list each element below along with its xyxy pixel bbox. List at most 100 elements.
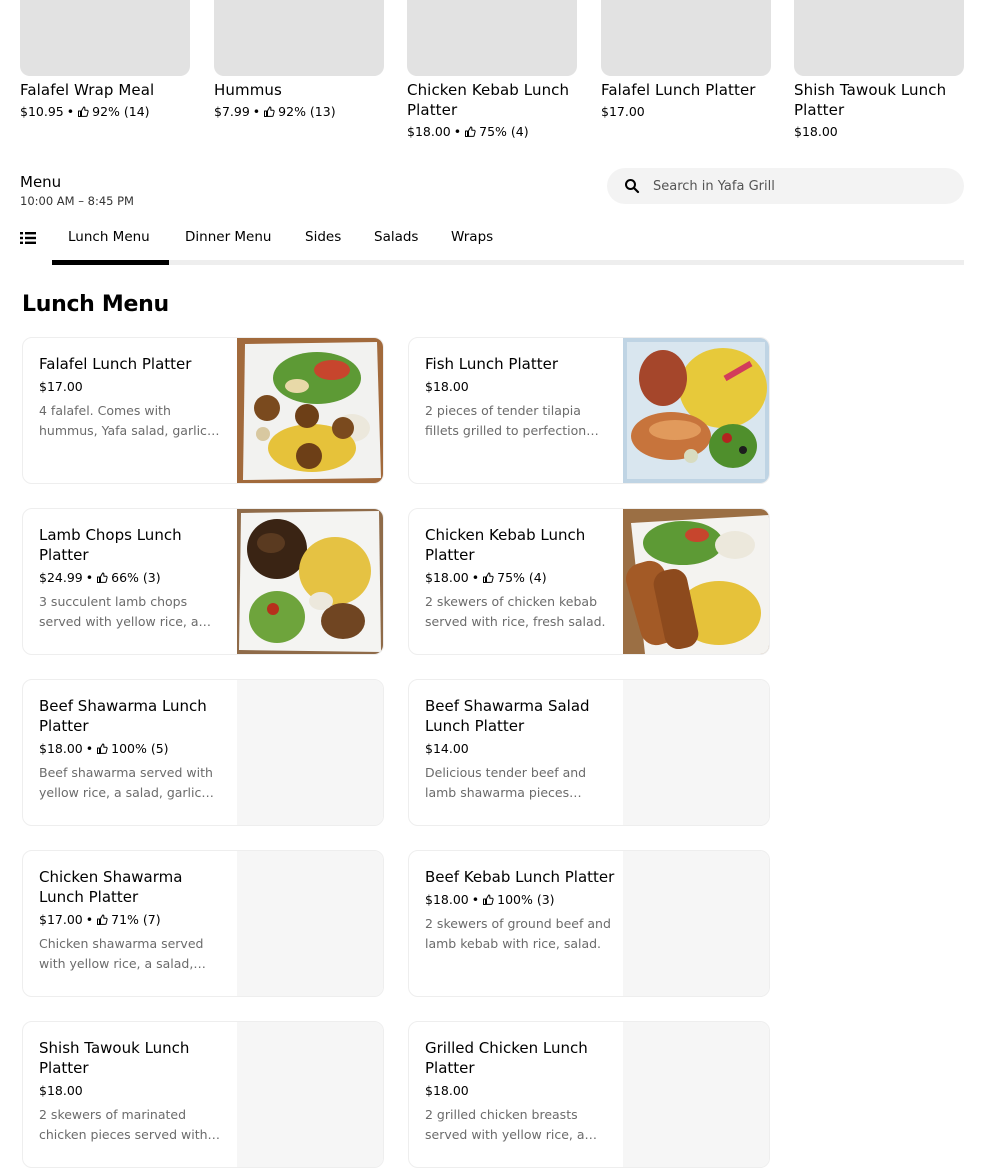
- separator: •: [85, 912, 94, 927]
- item-price: $7.99: [214, 104, 250, 119]
- carousel-card[interactable]: Falafel Lunch Platter $17.00: [601, 0, 771, 120]
- separator: •: [453, 124, 462, 139]
- thumbs-up-icon: [464, 126, 476, 138]
- item-rating: 75% (4): [497, 570, 547, 585]
- menu-item-card[interactable]: Falafel Lunch Platter $17.00 4 falafel. …: [22, 337, 384, 484]
- item-image-placeholder: [237, 1022, 383, 1167]
- item-info: Lamb Chops Lunch Platter $24.99 • 66% (3…: [39, 525, 229, 632]
- category-list-icon[interactable]: [20, 231, 36, 245]
- item-name: Fish Lunch Platter: [425, 355, 558, 373]
- separator: •: [85, 741, 94, 756]
- item-name: Beef Shawarma Salad Lunch Platter: [425, 697, 590, 735]
- tabs-track: [52, 260, 964, 265]
- carousel-item-meta: $18.00 • 75% (4): [407, 123, 577, 140]
- carousel-card[interactable]: Chicken Kebab Lunch Platter $18.00 • 75%…: [407, 0, 577, 140]
- menu-item-card[interactable]: Chicken Shawarma Lunch Platter $17.00 • …: [22, 850, 384, 997]
- tab-salads[interactable]: Salads: [374, 228, 418, 246]
- item-name: Chicken Kebab Lunch Platter: [425, 526, 586, 564]
- item-meta: $14.00: [425, 740, 615, 757]
- item-price: $18.00: [407, 124, 451, 139]
- menu-item-card[interactable]: Beef Shawarma Salad Lunch Platter $14.00…: [408, 679, 770, 826]
- carousel-card[interactable]: Shish Tawouk Lunch Platter $18.00: [794, 0, 964, 140]
- item-name: Beef Kebab Lunch Platter: [425, 868, 615, 886]
- item-price: $18.00: [39, 741, 83, 756]
- thumbs-up-icon: [96, 914, 108, 926]
- item-info: Fish Lunch Platter $18.00 2 pieces of te…: [425, 354, 615, 441]
- item-price: $17.00: [601, 104, 645, 119]
- carousel-item-meta: $17.00: [601, 103, 771, 120]
- item-info: Falafel Lunch Platter $17.00 4 falafel. …: [39, 354, 229, 441]
- menu-heading: Menu: [20, 173, 62, 191]
- carousel-item-name: Shish Tawouk Lunch Platter: [794, 81, 947, 119]
- item-description: Delicious tender beef and lamb shawarma …: [425, 765, 587, 800]
- item-rating: 66% (3): [111, 570, 161, 585]
- item-description: 2 skewers of marinated chicken pieces se…: [39, 1107, 208, 1142]
- carousel-card[interactable]: Hummus $7.99 • 92% (13): [214, 0, 384, 120]
- category-tabs: Lunch Menu Dinner Menu Sides Salads Wrap…: [52, 224, 964, 265]
- item-meta: $17.00 • 71% (7): [39, 911, 229, 928]
- menu-item-card[interactable]: Fish Lunch Platter $18.00 2 pieces of te…: [408, 337, 770, 484]
- item-meta: $17.00: [39, 378, 229, 395]
- item-rating: 71% (7): [111, 912, 161, 927]
- search-input[interactable]: [653, 168, 943, 204]
- carousel-item-meta: $7.99 • 92% (13): [214, 103, 384, 120]
- thumbs-up-icon: [482, 894, 494, 906]
- tab-dinner-menu[interactable]: Dinner Menu: [185, 228, 271, 246]
- item-image-placeholder: [214, 0, 384, 76]
- menu-item-card[interactable]: Chicken Kebab Lunch Platter $18.00 • 75%…: [408, 508, 770, 655]
- search-icon: [625, 179, 640, 194]
- menu-item-card[interactable]: Shish Tawouk Lunch Platter $18.00 2 skew…: [22, 1021, 384, 1168]
- separator: •: [85, 570, 94, 585]
- tab-lunch-menu[interactable]: Lunch Menu: [68, 228, 150, 246]
- item-info: Beef Kebab Lunch Platter $18.00 • 100% (…: [425, 867, 615, 954]
- item-price: $18.00: [425, 570, 469, 585]
- item-price: $18.00: [425, 1083, 469, 1098]
- item-info: Grilled Chicken Lunch Platter $18.00 2 g…: [425, 1038, 615, 1145]
- menu-item-card[interactable]: Lamb Chops Lunch Platter $24.99 • 66% (3…: [22, 508, 384, 655]
- item-image-placeholder: [623, 851, 769, 996]
- item-info: Beef Shawarma Salad Lunch Platter $14.00…: [425, 696, 615, 803]
- item-price: $18.00: [425, 892, 469, 907]
- item-rating: 100% (5): [111, 741, 169, 756]
- item-info: Shish Tawouk Lunch Platter $18.00 2 skew…: [39, 1038, 229, 1145]
- popular-items-carousel: Falafel Wrap Meal $10.95 • 92% (14) Humm…: [20, 0, 964, 140]
- carousel-item-name: Hummus: [214, 81, 282, 99]
- carousel-item-name: Chicken Kebab Lunch Platter: [407, 81, 570, 119]
- item-price: $18.00: [39, 1083, 83, 1098]
- thumbs-up-icon: [77, 106, 89, 118]
- item-price: $18.00: [425, 379, 469, 394]
- tab-sides[interactable]: Sides: [305, 228, 341, 246]
- item-price: $14.00: [425, 741, 469, 756]
- thumbs-up-icon: [96, 572, 108, 584]
- item-description: Beef shawarma served with yellow rice, a…: [39, 765, 213, 800]
- thumbs-up-icon: [263, 106, 275, 118]
- item-meta: $18.00 • 75% (4): [425, 569, 615, 586]
- separator: •: [471, 892, 480, 907]
- carousel-item-name: Falafel Wrap Meal: [20, 81, 155, 99]
- item-rating: 100% (3): [497, 892, 555, 907]
- item-image-placeholder: [794, 0, 964, 76]
- menu-item-card[interactable]: Grilled Chicken Lunch Platter $18.00 2 g…: [408, 1021, 770, 1168]
- search-bar[interactable]: [607, 168, 964, 204]
- item-image-placeholder: [237, 680, 383, 825]
- item-info: Beef Shawarma Lunch Platter $18.00 • 100…: [39, 696, 229, 803]
- item-rating: 92% (14): [92, 104, 150, 119]
- separator: •: [471, 570, 480, 585]
- item-meta: $24.99 • 66% (3): [39, 569, 229, 586]
- carousel-card[interactable]: Falafel Wrap Meal $10.95 • 92% (14): [20, 0, 190, 120]
- item-meta: $18.00: [425, 1082, 615, 1099]
- item-info: Chicken Kebab Lunch Platter $18.00 • 75%…: [425, 525, 615, 632]
- item-rating: 92% (13): [278, 104, 336, 119]
- lamb-chops-photo: [237, 509, 383, 654]
- item-name: Beef Shawarma Lunch Platter: [39, 697, 207, 735]
- item-price: $18.00: [794, 124, 838, 139]
- menu-item-card[interactable]: Beef Kebab Lunch Platter $18.00 • 100% (…: [408, 850, 770, 997]
- item-image-placeholder: [237, 851, 383, 996]
- separator: •: [252, 104, 261, 119]
- thumbs-up-icon: [482, 572, 494, 584]
- item-description: 2 skewers of ground beef and lamb kebab …: [425, 916, 611, 951]
- tab-wraps[interactable]: Wraps: [451, 228, 493, 246]
- item-description: 2 pieces of tender tilapia fillets grill…: [425, 403, 587, 438]
- active-tab-indicator: [52, 260, 169, 265]
- menu-item-card[interactable]: Beef Shawarma Lunch Platter $18.00 • 100…: [22, 679, 384, 826]
